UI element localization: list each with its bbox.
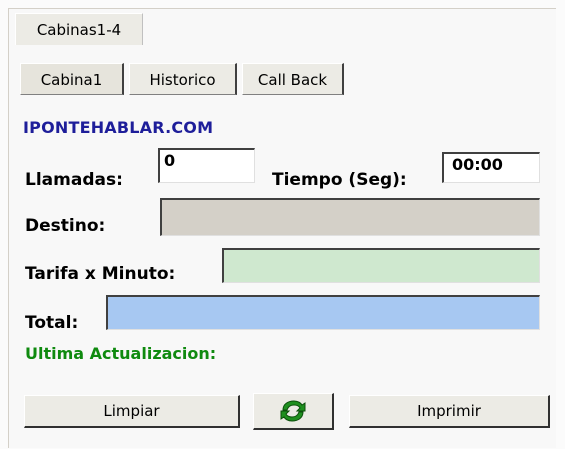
llamadas-label: Llamadas: xyxy=(25,170,123,190)
tarifa-field[interactable] xyxy=(222,248,540,283)
destino-field[interactable] xyxy=(160,198,540,236)
tab-call-back[interactable]: Call Back xyxy=(242,63,344,95)
refresh-button[interactable] xyxy=(253,393,334,430)
llamadas-field[interactable]: 0 xyxy=(158,148,255,183)
refresh-icon xyxy=(280,400,306,422)
imprimir-button[interactable]: Imprimir xyxy=(349,395,550,428)
tarifa-label: Tarifa x Minuto: xyxy=(25,264,176,284)
tab-cabinas1-4[interactable]: Cabinas1-4 xyxy=(15,13,143,45)
total-field[interactable] xyxy=(106,295,540,330)
total-label: Total: xyxy=(25,313,79,333)
tiempo-field[interactable]: 00:00 xyxy=(442,152,540,183)
ultima-actualizacion-label: Ultima Actualizacion: xyxy=(25,344,217,363)
tab-cabina1[interactable]: Cabina1 xyxy=(20,63,124,95)
brand-title: IPONTEHABLAR.COM xyxy=(23,118,214,137)
tiempo-label: Tiempo (Seg): xyxy=(272,170,407,190)
limpiar-button[interactable]: Limpiar xyxy=(24,395,240,428)
destino-label: Destino: xyxy=(25,216,106,236)
tab-historico[interactable]: Historico xyxy=(129,63,237,95)
